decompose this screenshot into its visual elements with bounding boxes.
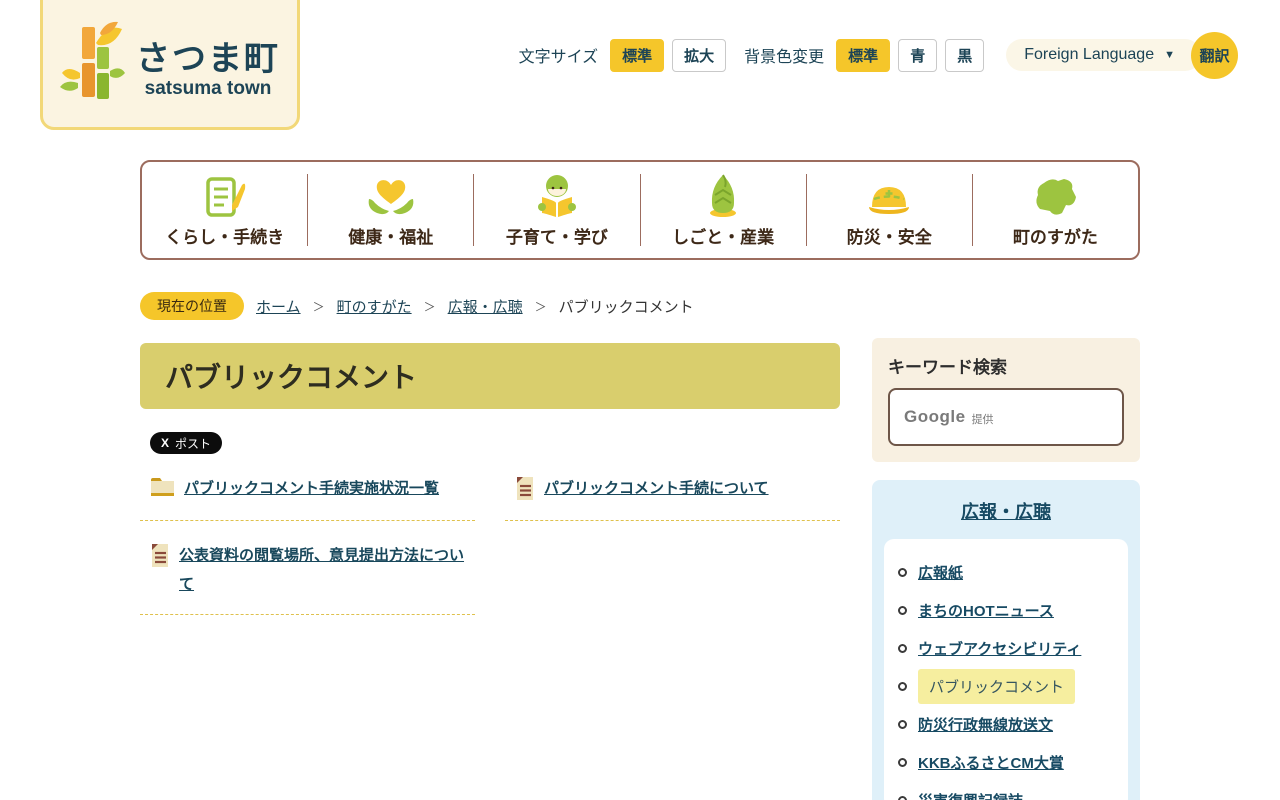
bg-color-blue-button[interactable]: 青 <box>898 38 938 72</box>
content-link[interactable]: 公表資料の閲覧場所、意見提出方法について <box>179 541 475 600</box>
foreign-language-dropdown[interactable]: Foreign Language ▼ <box>1006 39 1201 71</box>
content-link[interactable]: パブリックコメント手続について <box>544 474 769 503</box>
breadcrumb-koho[interactable]: 広報・広聴 <box>448 296 523 317</box>
keyword-search-panel: キーワード検索 Google 提供 <box>872 338 1140 462</box>
foreign-language-label: Foreign Language <box>1024 46 1155 63</box>
map-icon <box>1030 173 1080 219</box>
chevron-down-icon: ▼ <box>1164 49 1175 61</box>
folder-icon <box>150 476 175 503</box>
breadcrumb-badge: 現在の位置 <box>140 292 244 320</box>
keyword-search-title: キーワード検索 <box>888 358 1007 377</box>
font-size-standard-button[interactable]: 標準 <box>610 38 665 72</box>
x-logo-icon: X <box>161 436 170 450</box>
breadcrumb-home[interactable]: ホーム <box>256 296 301 317</box>
font-size-enlarge-button[interactable]: 拡大 <box>672 38 727 72</box>
bamboo-shoot-icon <box>703 173 743 219</box>
nav-label: くらし・手続き <box>165 227 285 247</box>
nav-label: 健康・福祉 <box>348 227 434 247</box>
site-subtitle: satsuma town <box>144 77 272 99</box>
list-item: KKBふるさとCM大賞 <box>898 743 1120 781</box>
nav-label: 子育て・学び <box>505 227 608 247</box>
list-item: パブリックコメント手続実施状況一覧 <box>140 468 475 521</box>
bg-color-label: 背景色変更 <box>744 49 825 66</box>
nav-item-kosodate[interactable]: 子育て・学び <box>474 162 639 258</box>
content-link-list: パブリックコメント手続実施状況一覧 パブリックコメント手続について 公表資料の閲… <box>140 468 840 615</box>
x-post-button[interactable]: X ポスト <box>150 432 223 454</box>
sidebar-item-saigai-fukko[interactable]: 災害復興記録誌 <box>918 790 1023 800</box>
nav-item-bosai[interactable]: 防災・安全 <box>807 162 972 258</box>
site-logo-text: さつま町 satsuma town <box>136 31 280 100</box>
document-icon <box>515 476 535 506</box>
grid-spacer <box>505 535 840 615</box>
bg-color-black-button[interactable]: 黒 <box>945 38 985 72</box>
site-logo[interactable]: さつま町 satsuma town <box>40 0 300 130</box>
nav-label: 町のすがた <box>1012 227 1098 247</box>
accessibility-controls: 文字サイズ 標準 拡大 背景色変更 標準 青 黒 Foreign Languag… <box>509 30 1238 80</box>
page-title: パブリックコメント <box>140 343 840 409</box>
circle-marker-icon <box>898 795 907 800</box>
section-menu-title[interactable]: 広報・広聴 <box>884 498 1128 524</box>
circle-marker-icon <box>898 643 907 653</box>
sidebar-item-kkb-cm[interactable]: KKBふるさとCM大賞 <box>918 752 1064 773</box>
list-item: パブリックコメント <box>898 667 1120 705</box>
search-input[interactable]: Google 提供 <box>888 388 1124 446</box>
hands-heart-icon <box>365 173 417 219</box>
section-menu-list: 広報紙 まちのHOTニュース ウェブアクセシビリティ パブリックコメント 防災行… <box>884 539 1128 800</box>
breadcrumb-separator: ＞ <box>423 299 436 314</box>
google-logo: Google <box>904 407 966 426</box>
content-link[interactable]: パブリックコメント手続実施状況一覧 <box>184 474 439 503</box>
breadcrumb-separator: ＞ <box>534 299 547 314</box>
breadcrumb-machinosugata[interactable]: 町のすがた <box>337 296 412 317</box>
sidebar-item-accessibility[interactable]: ウェブアクセシビリティ <box>918 638 1081 659</box>
main-navigation: くらし・手続き 健康・福祉 子育て・学び しごと・産業 防災・安全 町のすがた <box>140 160 1140 260</box>
breadcrumb-current: パブリックコメント <box>558 298 694 316</box>
google-provider-note: 提供 <box>971 413 994 426</box>
nav-label: しごと・産業 <box>672 227 775 247</box>
page: さつま町 satsuma town 文字サイズ 標準 拡大 背景色変更 標準 青… <box>0 0 1280 800</box>
document-pen-icon <box>202 173 248 219</box>
circle-marker-icon <box>898 757 907 767</box>
translate-button[interactable]: 翻訳 <box>1191 31 1238 79</box>
list-item: まちのHOTニュース <box>898 591 1120 629</box>
x-post-label: ポスト <box>175 436 212 451</box>
bg-color-standard-button[interactable]: 標準 <box>836 38 891 72</box>
circle-marker-icon <box>898 719 907 729</box>
section-menu-panel: 広報・広聴 広報紙 まちのHOTニュース ウェブアクセシビリティ パブリックコメ… <box>872 480 1140 800</box>
list-item: パブリックコメント手続について <box>505 468 840 521</box>
document-icon <box>150 543 170 573</box>
font-size-label: 文字サイズ <box>518 49 599 66</box>
nav-item-machi[interactable]: 町のすがた <box>973 162 1138 258</box>
sidebar-item-public-comment: パブリックコメント <box>918 668 1076 704</box>
list-item: 公表資料の閲覧場所、意見提出方法について <box>140 535 475 615</box>
circle-marker-icon <box>898 605 907 615</box>
sidebar-item-kohoshi[interactable]: 広報紙 <box>918 562 963 583</box>
sidebar-item-bosai-musen[interactable]: 防災行政無線放送文 <box>918 714 1053 735</box>
breadcrumb-separator: ＞ <box>312 299 325 314</box>
helmet-icon <box>864 173 914 219</box>
list-item: 災害復興記録誌 <box>898 781 1120 800</box>
nav-item-kurashi[interactable]: くらし・手続き <box>142 162 307 258</box>
site-title: さつま町 <box>136 39 280 78</box>
breadcrumb: 現在の位置 ホーム ＞ 町のすがた ＞ 広報・広聴 ＞ パブリックコメント <box>140 292 694 320</box>
list-item: ウェブアクセシビリティ <box>898 629 1120 667</box>
list-item: 広報紙 <box>898 553 1120 591</box>
nav-item-kenko[interactable]: 健康・福祉 <box>308 162 473 258</box>
circle-marker-icon <box>898 567 907 577</box>
list-item: 防災行政無線放送文 <box>898 705 1120 743</box>
nav-label: 防災・安全 <box>846 227 932 247</box>
child-reading-icon <box>534 173 580 219</box>
bamboo-logo-icon <box>60 21 126 110</box>
sidebar-item-hot-news[interactable]: まちのHOTニュース <box>918 600 1054 621</box>
circle-marker-icon <box>898 681 907 691</box>
nav-item-shigoto[interactable]: しごと・産業 <box>641 162 806 258</box>
